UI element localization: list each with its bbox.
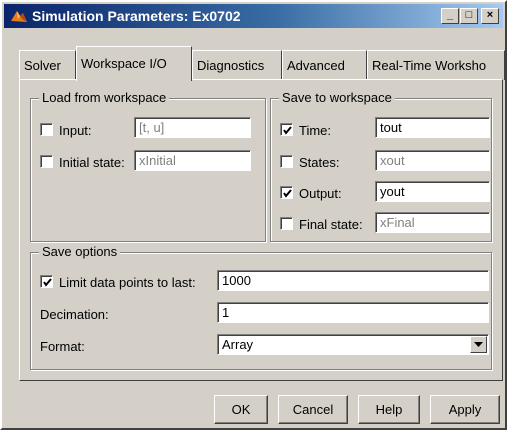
load-group-legend: Load from workspace	[39, 90, 170, 105]
time-checkbox[interactable]	[280, 123, 293, 136]
decimation-field[interactable]: 1	[217, 302, 489, 323]
load-from-workspace-group: Load from workspace Input: [t, u] Initia…	[30, 90, 266, 242]
tab-solver[interactable]: Solver	[19, 50, 76, 80]
check-icon	[283, 126, 292, 135]
check-icon	[283, 189, 292, 198]
tab-strip: Solver Workspace I/O Diagnostics Advance…	[2, 46, 505, 81]
window-title: Simulation Parameters: Ex0702	[32, 8, 241, 24]
title-bar: Simulation Parameters: Ex0702 _ □ ×	[4, 4, 503, 28]
workspace-io-panel: Load from workspace Input: [t, u] Initia…	[19, 79, 503, 381]
format-label: Format:	[40, 339, 85, 354]
close-button[interactable]: ×	[481, 8, 499, 24]
initial-state-label: Initial state:	[59, 155, 125, 170]
minimize-button[interactable]: _	[441, 8, 459, 24]
simulink-logo-icon	[11, 11, 27, 22]
tab-diagnostics[interactable]: Diagnostics	[192, 50, 282, 80]
save-options-group: Save options Limit data points to last: …	[30, 244, 492, 370]
apply-button[interactable]: Apply	[430, 395, 500, 424]
input-field[interactable]: [t, u]	[134, 117, 251, 138]
final-state-field[interactable]: xFinal	[375, 212, 490, 233]
input-checkbox[interactable]	[40, 123, 53, 136]
save-options-legend: Save options	[39, 244, 121, 259]
final-state-checkbox[interactable]	[280, 217, 293, 230]
ok-button[interactable]: OK	[214, 395, 268, 424]
limit-data-points-field[interactable]: 1000	[217, 270, 489, 291]
input-label: Input:	[59, 123, 92, 138]
tab-workspace-io[interactable]: Workspace I/O	[76, 46, 192, 81]
format-select[interactable]: Array	[217, 334, 489, 355]
help-button[interactable]: Help	[358, 395, 420, 424]
format-dropdown-button[interactable]	[470, 336, 487, 353]
initial-state-checkbox[interactable]	[40, 155, 53, 168]
time-field[interactable]: tout	[375, 117, 490, 138]
save-group-legend: Save to workspace	[279, 90, 395, 105]
time-label: Time:	[299, 123, 332, 138]
final-state-label: Final state:	[299, 217, 363, 232]
states-field[interactable]: xout	[375, 150, 490, 171]
states-label: States:	[299, 155, 340, 170]
limit-data-points-checkbox[interactable]	[40, 275, 53, 288]
check-icon	[43, 278, 52, 287]
save-to-workspace-group: Save to workspace Time: tout States: xou…	[270, 90, 492, 242]
output-label: Output:	[299, 186, 342, 201]
dialog-window: Simulation Parameters: Ex0702 _ □ × Solv…	[0, 0, 507, 430]
chevron-down-icon	[474, 342, 483, 347]
tab-real-time-workshop[interactable]: Real-Time Worksho	[367, 50, 505, 80]
tab-advanced[interactable]: Advanced	[282, 50, 367, 80]
maximize-button[interactable]: □	[460, 8, 478, 24]
initial-state-field[interactable]: xInitial	[134, 150, 251, 171]
cancel-button[interactable]: Cancel	[278, 395, 348, 424]
decimation-label: Decimation:	[40, 307, 109, 322]
format-selected-value: Array	[222, 337, 254, 352]
limit-data-points-label: Limit data points to last:	[59, 275, 196, 290]
output-checkbox[interactable]	[280, 186, 293, 199]
output-field[interactable]: yout	[375, 181, 490, 202]
states-checkbox[interactable]	[280, 155, 293, 168]
